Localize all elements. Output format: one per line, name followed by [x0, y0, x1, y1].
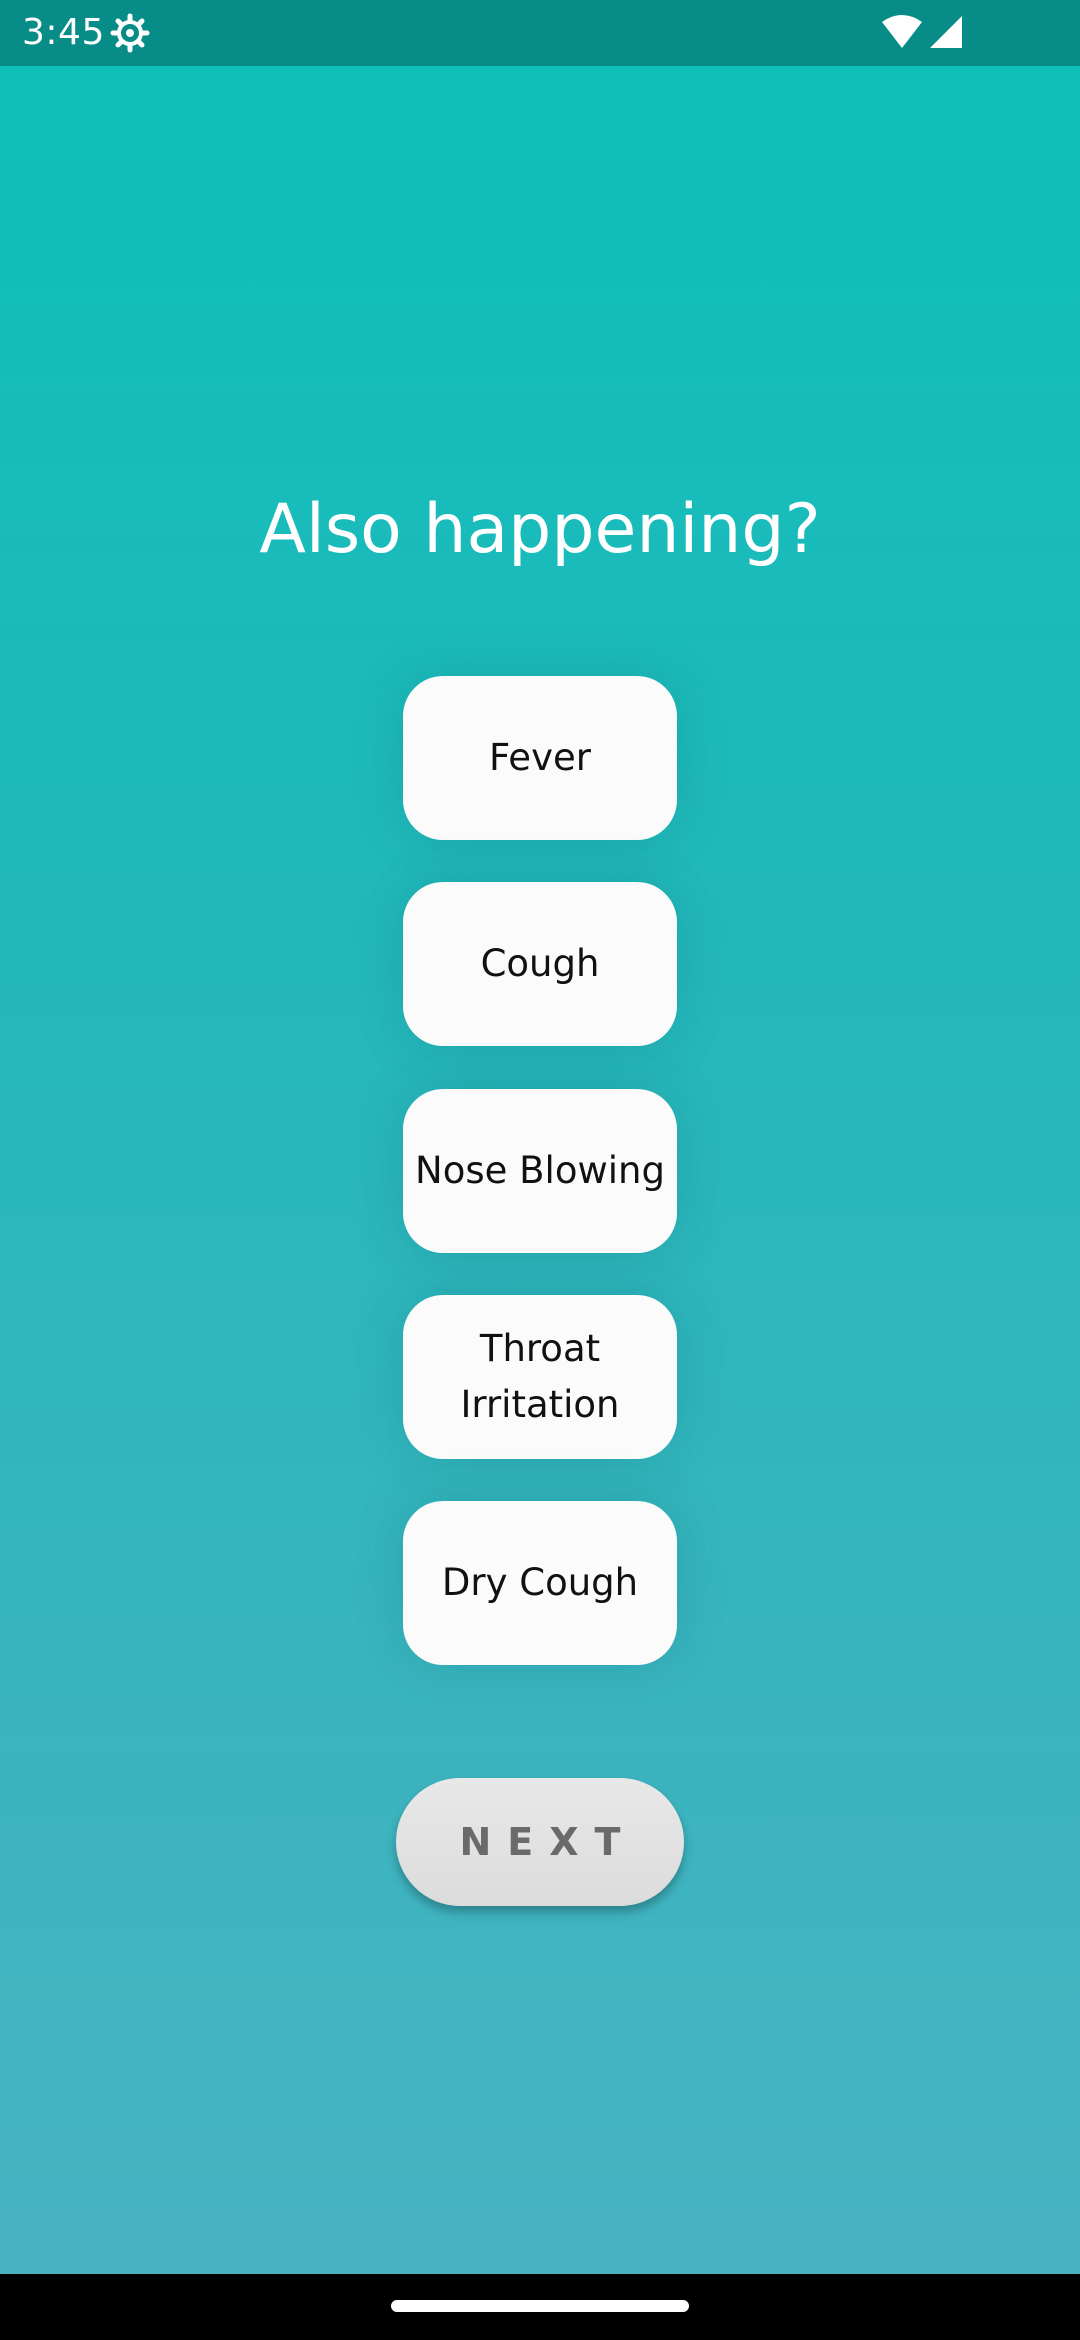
- signal-icon: [930, 16, 962, 48]
- gear-icon: [110, 13, 150, 53]
- status-bar: 3:45: [0, 0, 1080, 66]
- navigation-bar: [0, 2274, 1080, 2340]
- option-fever[interactable]: Fever: [403, 676, 677, 840]
- option-label: Cough: [480, 942, 600, 985]
- option-label-line-1: Throat: [479, 1327, 601, 1370]
- option-label: Fever: [489, 736, 591, 779]
- home-indicator[interactable]: [391, 2300, 689, 2312]
- page-title: Also happening?: [259, 490, 821, 569]
- symptom-screen: 3:45 Also happening? Fever Cough Nose Bl…: [0, 0, 1080, 2340]
- option-nose-blowing[interactable]: Nose Blowing: [403, 1089, 677, 1253]
- wifi-icon: [882, 15, 922, 48]
- option-cough[interactable]: Cough: [403, 882, 677, 1046]
- option-throat-irritation[interactable]: Throat Irritation: [403, 1295, 677, 1459]
- option-label-line-2: Irritation: [460, 1383, 620, 1426]
- option-dry-cough[interactable]: Dry Cough: [403, 1501, 677, 1665]
- status-time: 3:45: [22, 12, 105, 53]
- next-button-label: NEXT: [459, 1820, 637, 1864]
- option-label: Nose Blowing: [415, 1149, 665, 1192]
- option-label: Dry Cough: [441, 1561, 639, 1604]
- next-button[interactable]: NEXT: [396, 1778, 684, 1906]
